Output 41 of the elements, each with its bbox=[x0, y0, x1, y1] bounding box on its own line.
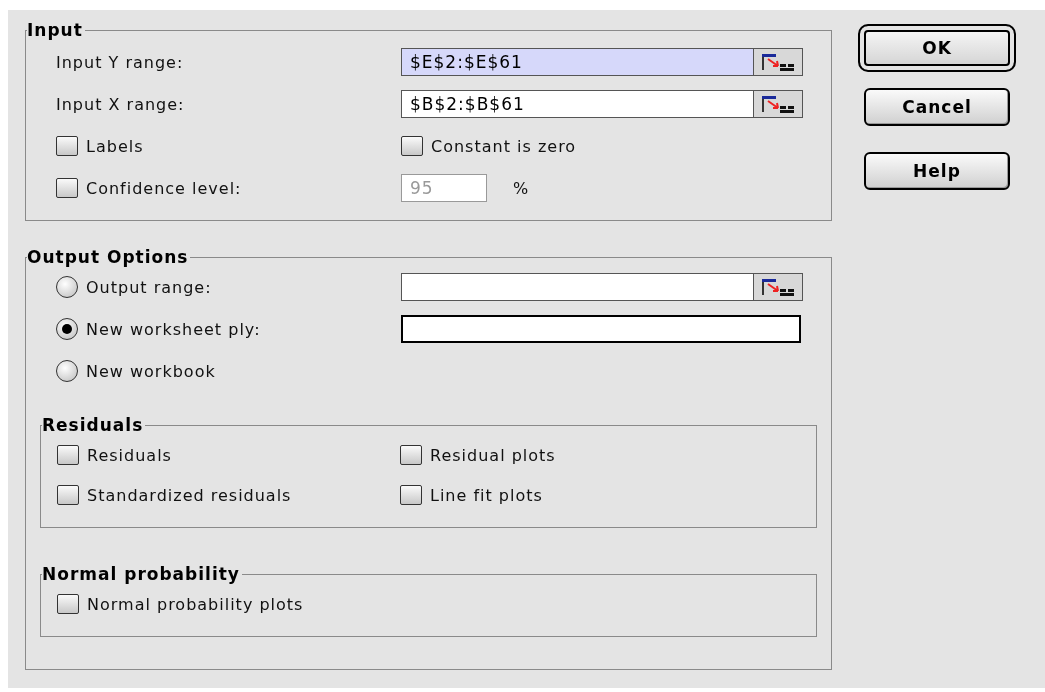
range-field[interactable]: $E$2:$E$61 bbox=[401, 48, 753, 76]
range-picker-button[interactable] bbox=[753, 273, 803, 301]
checkbox-label: Constant is zero bbox=[431, 136, 577, 156]
checkbox-label: Normal probability plots bbox=[87, 594, 304, 614]
cell-range-icon bbox=[760, 277, 796, 297]
unit-label: % bbox=[513, 178, 530, 198]
checkbox-label: Residuals bbox=[87, 445, 172, 465]
radio-label: New worksheet ply: bbox=[86, 319, 261, 339]
dialog-button[interactable]: OK bbox=[858, 24, 1016, 72]
radio-label: Output range: bbox=[86, 277, 212, 297]
radio-button[interactable] bbox=[56, 276, 78, 298]
radio-label: New workbook bbox=[86, 361, 216, 381]
cell-range-icon bbox=[760, 52, 796, 72]
checkbox[interactable] bbox=[57, 594, 79, 614]
checkbox[interactable] bbox=[400, 445, 422, 465]
field-label: Input Y range: bbox=[56, 52, 184, 72]
checkbox-label: Line fit plots bbox=[430, 485, 543, 505]
field-label: Input X range: bbox=[56, 94, 185, 114]
dialog-button[interactable]: Cancel bbox=[864, 88, 1010, 126]
range-field[interactable] bbox=[401, 315, 801, 343]
radio-button[interactable] bbox=[56, 360, 78, 382]
group-title: Normal probability bbox=[42, 564, 241, 584]
dialog-button[interactable]: Help bbox=[864, 152, 1010, 190]
range-field[interactable] bbox=[401, 273, 753, 301]
checkbox-label: Labels bbox=[86, 136, 144, 156]
checkbox-label: Confidence level: bbox=[86, 178, 242, 198]
cell-range-icon bbox=[760, 94, 796, 114]
group-title: Input bbox=[27, 20, 84, 40]
checkbox[interactable] bbox=[401, 136, 423, 156]
checkbox-label: Residual plots bbox=[430, 445, 556, 465]
checkbox-label: Standardized residuals bbox=[87, 485, 292, 505]
radio-button[interactable] bbox=[56, 318, 78, 340]
checkbox[interactable] bbox=[57, 485, 79, 505]
checkbox[interactable] bbox=[57, 445, 79, 465]
checkbox[interactable] bbox=[56, 136, 78, 156]
group-title: Output Options bbox=[27, 247, 190, 267]
range-picker-button[interactable] bbox=[753, 48, 803, 76]
checkbox[interactable] bbox=[400, 485, 422, 505]
range-field[interactable]: $B$2:$B$61 bbox=[401, 90, 753, 118]
range-picker-button[interactable] bbox=[753, 90, 803, 118]
group-title: Residuals bbox=[42, 415, 145, 435]
